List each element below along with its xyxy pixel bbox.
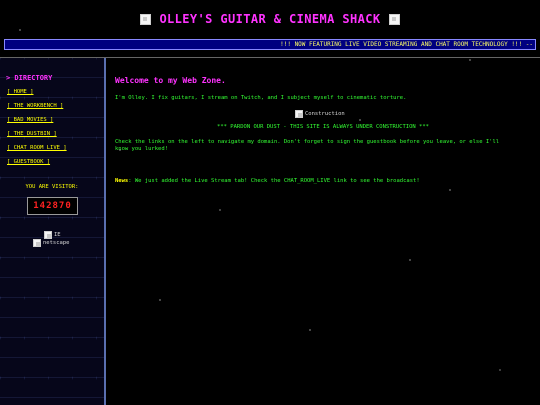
nav-link-the-dustbin[interactable]: [ THE_DUSTBIN ]	[7, 131, 102, 145]
site-title: OLLEY'S GUITAR & CINEMA SHACK	[159, 12, 381, 26]
netscape-broken-image-icon	[33, 239, 41, 247]
ie-broken-image-icon	[44, 231, 52, 239]
intro-text: I'm Olley. I fix guitars, I stream on Tw…	[115, 95, 407, 101]
sidebar: > DIRECTORY [ HOME ] [ THE_WORKBENCH ] […	[0, 58, 106, 405]
netscape-badge-alt: netscape	[43, 240, 70, 246]
nav-link-guestbook[interactable]: [ GUESTBOOK ]	[7, 159, 102, 173]
nav-link-the-workbench[interactable]: [ THE_WORKBENCH ]	[7, 103, 102, 117]
nav-link-chat-room-live[interactable]: [ CHAT_ROOM_LIVE ]	[7, 145, 102, 159]
visitor-counter: 142870	[27, 197, 78, 215]
main-content: Welcome to my Web Zone. I'm Olley. I fix…	[115, 58, 530, 405]
news-label: News	[115, 178, 129, 184]
construction-image: Construction	[295, 110, 345, 118]
construction-alt-text: Construction	[305, 111, 345, 117]
construction-broken-image-icon	[295, 110, 303, 118]
site-header: OLLEY'S GUITAR & CINEMA SHACK	[0, 0, 540, 38]
visitor-label: YOU ARE VISITOR:	[25, 184, 79, 190]
nav-link-bad-movies[interactable]: [ BAD_MOVIES ]	[7, 117, 102, 131]
marquee-ticker: !!! NOW FEATURING LIVE VIDEO STREAMING A…	[4, 39, 536, 50]
navigation-instructions: Check the links on the left to navigate …	[115, 139, 500, 152]
directory-heading: > DIRECTORY	[6, 74, 53, 82]
right-broken-image-icon	[388, 13, 400, 25]
left-broken-image-icon	[140, 13, 152, 25]
netscape-badge: netscape	[33, 239, 70, 247]
directory-nav: [ HOME ] [ THE_WORKBENCH ] [ BAD_MOVIES …	[7, 89, 102, 173]
under-construction-notice: *** PARDON OUR DUST - THIS SITE IS ALWAY…	[217, 124, 429, 130]
news-update: News: We just added the Live Stream tab!…	[115, 178, 520, 185]
ie-badge-alt: IE	[54, 232, 61, 238]
ie-badge: IE	[44, 231, 61, 239]
nav-link-home[interactable]: [ HOME ]	[7, 89, 102, 103]
welcome-heading: Welcome to my Web Zone.	[115, 76, 226, 85]
ticker-text: !!! NOW FEATURING LIVE VIDEO STREAMING A…	[280, 41, 533, 48]
news-text: : We just added the Live Stream tab! Che…	[128, 178, 420, 184]
